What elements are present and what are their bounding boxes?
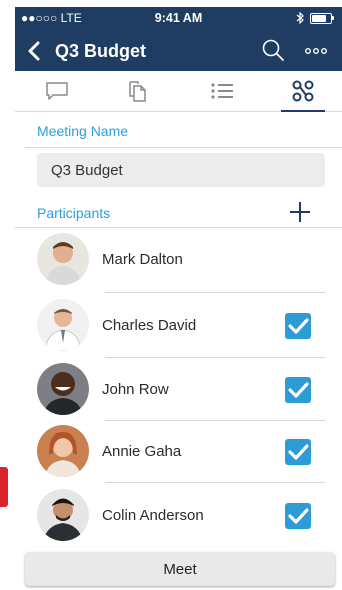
avatar <box>37 425 89 477</box>
divider <box>15 227 342 228</box>
people-network-icon <box>292 80 314 102</box>
list-icon <box>211 83 233 99</box>
status-time: 9:41 AM <box>154 11 203 25</box>
tab-bar <box>15 71 342 112</box>
participant-name: Charles David <box>102 317 197 334</box>
checkmark-icon <box>288 508 309 524</box>
bluetooth-icon <box>296 12 304 24</box>
back-chevron-icon[interactable] <box>25 39 45 63</box>
participant-row[interactable]: John Row <box>15 359 342 421</box>
meet-button[interactable]: Meet <box>25 552 335 586</box>
chat-bubble-icon <box>46 82 68 100</box>
participant-row[interactable]: Colin Anderson <box>15 485 342 547</box>
search-icon[interactable] <box>260 37 286 63</box>
divider <box>105 357 325 358</box>
participant-row[interactable]: Mark Dalton <box>15 229 342 291</box>
participant-checkbox[interactable] <box>285 439 311 465</box>
battery-icon <box>310 12 334 24</box>
divider <box>25 147 342 148</box>
participant-name: Annie Gaha <box>102 443 182 460</box>
tab-chat[interactable] <box>27 71 87 111</box>
participant-checkbox[interactable] <box>285 377 311 403</box>
participant-name: Mark Dalton <box>102 251 183 268</box>
left-edge-marker <box>0 467 8 507</box>
checkmark-icon <box>288 382 309 398</box>
divider <box>105 292 325 293</box>
participant-row[interactable]: Charles David <box>15 295 342 357</box>
avatar <box>37 299 89 351</box>
tab-agenda[interactable] <box>192 71 252 111</box>
participants-label: Participants <box>37 205 111 221</box>
phone-screen: ●●○○○ LTE 9:41 AM Q3 Budget Meeting Name… <box>15 7 342 590</box>
checkmark-icon <box>288 318 309 334</box>
nav-bar: Q3 Budget <box>15 37 342 67</box>
status-bar: ●●○○○ LTE 9:41 AM <box>15 11 342 27</box>
participant-name: Colin Anderson <box>102 507 204 524</box>
page-title: Q3 Budget <box>55 41 147 61</box>
participant-checkbox[interactable] <box>285 313 311 339</box>
avatar <box>37 233 89 285</box>
battery-fill <box>312 14 326 22</box>
header-bar: ●●○○○ LTE 9:41 AM Q3 Budget <box>15 7 342 71</box>
more-dots-icon[interactable] <box>303 43 329 59</box>
tab-participants[interactable] <box>273 71 333 112</box>
status-icons <box>296 12 334 24</box>
documents-icon <box>129 81 146 102</box>
add-participant-icon[interactable] <box>287 199 313 225</box>
avatar <box>37 489 89 541</box>
tab-documents[interactable] <box>107 71 167 111</box>
divider <box>105 482 325 483</box>
meeting-name-label: Meeting Name <box>37 123 129 139</box>
checkmark-icon <box>288 444 309 460</box>
participant-row[interactable]: Annie Gaha <box>15 421 342 483</box>
participant-checkbox[interactable] <box>285 503 311 529</box>
avatar <box>37 363 89 415</box>
participant-name: John Row <box>102 381 169 398</box>
meeting-name-input[interactable] <box>37 153 325 187</box>
